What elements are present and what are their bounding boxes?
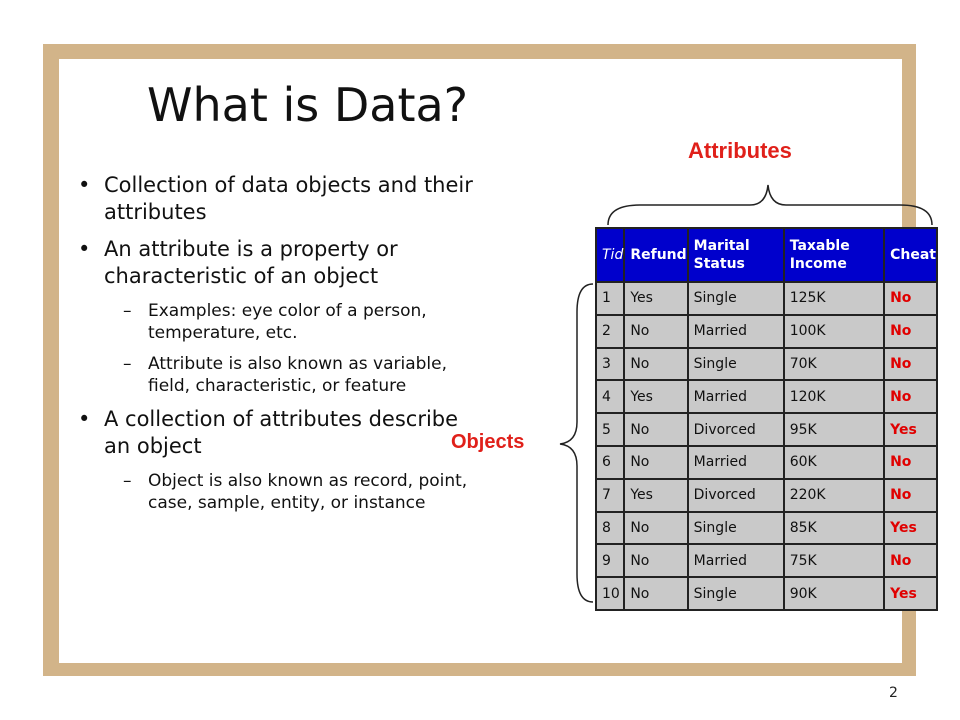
cell-cheat: No xyxy=(883,444,938,480)
cell-refund: No xyxy=(623,576,689,611)
bullet-item: • An attribute is a property or character… xyxy=(78,236,478,290)
cell-tid: 1 xyxy=(594,281,626,316)
sub-bullet-item: – Object is also known as record, point, … xyxy=(78,470,478,514)
cell-marital: Single xyxy=(686,510,785,546)
cell-marital: Married xyxy=(686,444,785,480)
header-tid: Tid xyxy=(594,227,626,283)
cell-income: 100K xyxy=(782,313,886,349)
sub-bullet-item: – Attribute is also known as variable, fi… xyxy=(78,353,478,397)
sub-bullet-item: – Examples: eye color of a person, temper… xyxy=(78,300,478,344)
cell-cheat: No xyxy=(883,379,938,415)
cell-tid: 5 xyxy=(594,412,626,447)
cell-refund: Yes xyxy=(623,477,689,513)
table-row: 9 No Married 75K No xyxy=(594,543,938,579)
cell-income: 120K xyxy=(782,379,886,415)
attributes-label: Attributes xyxy=(688,138,792,163)
cell-refund: No xyxy=(623,510,689,546)
cell-tid: 8 xyxy=(594,510,626,546)
cell-income: 85K xyxy=(782,510,886,546)
cell-marital: Divorced xyxy=(686,412,785,447)
cell-tid: 7 xyxy=(594,477,626,513)
cell-marital: Divorced xyxy=(686,477,785,513)
table-row: 6 No Married 60K No xyxy=(594,444,938,480)
dash-marker: – xyxy=(123,301,132,321)
table-row: 10 No Single 90K Yes xyxy=(594,576,938,611)
bullet-text: Collection of data objects and their att… xyxy=(104,173,473,224)
header-income: Taxable Income xyxy=(782,227,886,283)
objects-label: Objects xyxy=(451,431,525,453)
cell-marital: Single xyxy=(686,346,785,382)
cell-cheat: No xyxy=(883,281,938,316)
table-row: 2 No Married 100K No xyxy=(594,313,938,349)
cell-tid: 4 xyxy=(594,379,626,415)
cell-tid: 10 xyxy=(594,576,626,611)
bullet-text: A collection of attributes describe an o… xyxy=(104,407,459,458)
bullet-text: Attribute is also known as variable, fie… xyxy=(148,354,448,396)
bullet-marker: • xyxy=(78,407,91,431)
objects-brace xyxy=(559,283,594,603)
cell-cheat: Yes xyxy=(883,576,938,611)
cell-income: 125K xyxy=(782,281,886,316)
cell-refund: Yes xyxy=(623,281,689,316)
table-header-row: Tid Refund Marital Status Taxable Income Che… xyxy=(594,227,938,283)
slide-title: What is Data? xyxy=(147,78,469,132)
bullet-list: • Collection of data objects and their at… xyxy=(78,172,478,523)
bullet-item: • A collection of attributes describe an … xyxy=(78,406,478,460)
cell-marital: Single xyxy=(686,281,785,316)
cell-tid: 3 xyxy=(594,346,626,382)
bullet-text: Examples: eye color of a person, tempera… xyxy=(148,301,427,343)
cell-refund: No xyxy=(623,313,689,349)
cell-cheat: No xyxy=(883,346,938,382)
cell-refund: No xyxy=(623,412,689,447)
cell-cheat: No xyxy=(883,477,938,513)
header-marital: Marital Status xyxy=(686,227,785,283)
dash-marker: – xyxy=(123,471,132,491)
cell-marital: Married xyxy=(686,543,785,579)
bullet-item: • Collection of data objects and their at… xyxy=(78,172,478,226)
cell-income: 70K xyxy=(782,346,886,382)
header-cheat: Cheat xyxy=(883,227,938,283)
table-row: 5 No Divorced 95K Yes xyxy=(594,412,938,447)
data-table: Tid Refund Marital Status Taxable Income Che… xyxy=(594,227,938,611)
attributes-brace xyxy=(607,184,933,226)
dash-marker: – xyxy=(123,354,132,374)
bullet-marker: • xyxy=(78,173,91,197)
table-row: 3 No Single 70K No xyxy=(594,346,938,382)
cell-marital: Married xyxy=(686,379,785,415)
cell-tid: 2 xyxy=(594,313,626,349)
table-row: 4 Yes Married 120K No xyxy=(594,379,938,415)
table-body: 1 Yes Single 125K No 2 No Married 100K No 3 No Singl… xyxy=(594,281,938,611)
cell-income: 60K xyxy=(782,444,886,480)
bullet-marker: • xyxy=(78,237,91,261)
table-row: 7 Yes Divorced 220K No xyxy=(594,477,938,513)
cell-tid: 6 xyxy=(594,444,626,480)
cell-income: 95K xyxy=(782,412,886,447)
table-row: 1 Yes Single 125K No xyxy=(594,281,938,316)
bullet-text: An attribute is a property or characteri… xyxy=(104,237,398,288)
cell-cheat: Yes xyxy=(883,510,938,546)
header-refund: Refund xyxy=(623,227,689,283)
table-row: 8 No Single 85K Yes xyxy=(594,510,938,546)
cell-income: 90K xyxy=(782,576,886,611)
cell-refund: No xyxy=(623,346,689,382)
page-number: 2 xyxy=(889,685,898,701)
cell-refund: Yes xyxy=(623,379,689,415)
cell-marital: Married xyxy=(686,313,785,349)
cell-refund: No xyxy=(623,543,689,579)
cell-cheat: No xyxy=(883,543,938,579)
cell-tid: 9 xyxy=(594,543,626,579)
cell-cheat: No xyxy=(883,313,938,349)
cell-marital: Single xyxy=(686,576,785,611)
bullet-text: Object is also known as record, point, c… xyxy=(148,471,468,513)
cell-income: 75K xyxy=(782,543,886,579)
cell-cheat: Yes xyxy=(883,412,938,447)
cell-income: 220K xyxy=(782,477,886,513)
cell-refund: No xyxy=(623,444,689,480)
